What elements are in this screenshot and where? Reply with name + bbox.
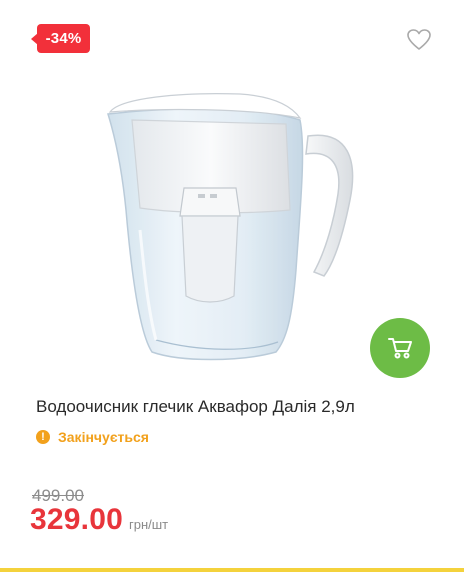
exclamation-circle-icon: ! — [36, 430, 50, 444]
price-unit: грн/шт — [128, 517, 169, 532]
stock-status: ! Закінчується — [36, 428, 149, 446]
water-pitcher-image — [107, 93, 354, 361]
product-title[interactable]: Водоочисник глечик Аквафор Далія 2,9л — [36, 396, 436, 418]
cart-icon — [388, 338, 412, 359]
heart-outline-icon — [407, 29, 431, 50]
bottom-accent-strip — [0, 568, 464, 572]
stock-status-text: Закінчується — [58, 429, 149, 445]
favorite-button[interactable] — [406, 28, 432, 52]
product-card[interactable]: -34% Водоочисник глечик Аквафор Далія 2,… — [0, 0, 464, 568]
add-to-cart-button[interactable] — [370, 318, 430, 378]
current-price: 329.00 — [30, 503, 123, 536]
price-row: 329.00 грн/шт — [30, 503, 168, 537]
product-image[interactable] — [100, 90, 370, 370]
discount-badge: -34% — [37, 24, 90, 53]
